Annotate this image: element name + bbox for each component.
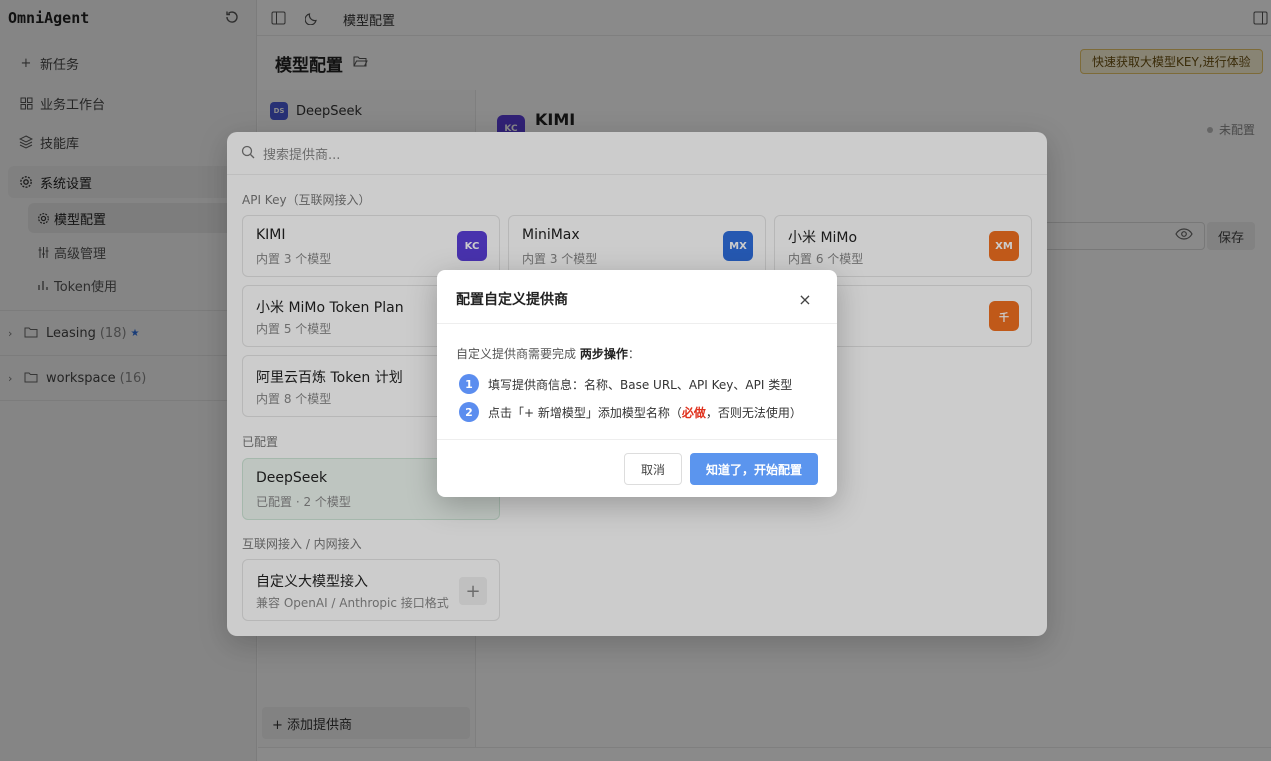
step-text-before: 点击「+ 新增模型」添加模型名称（ <box>488 405 682 420</box>
confirm-button[interactable]: 知道了，开始配置 <box>690 453 818 485</box>
step-2: 2 点击「+ 新增模型」添加模型名称（ 必做 ，否则无法使用） <box>459 402 802 422</box>
divider <box>437 323 837 324</box>
cancel-button[interactable]: 取消 <box>624 453 682 485</box>
custom-provider-dialog: 配置自定义提供商 × 自定义提供商需要完成 两步操作： 1 填写提供商信息：名称… <box>437 270 837 497</box>
step-text-required: 必做 <box>681 405 706 420</box>
intro-prefix: 自定义提供商需要完成 <box>456 347 580 361</box>
intro-bold: 两步操作 <box>579 347 628 361</box>
dialog-intro: 自定义提供商需要完成 两步操作： <box>456 345 640 362</box>
step-text: 填写提供商信息：名称、Base URL、API Key、API 类型 <box>488 377 793 392</box>
step-text-after: ，否则无法使用） <box>705 405 802 420</box>
dialog-title: 配置自定义提供商 <box>456 292 568 308</box>
divider <box>437 439 837 440</box>
step-number: 2 <box>459 402 479 422</box>
step-number: 1 <box>459 374 479 394</box>
step-1: 1 填写提供商信息：名称、Base URL、API Key、API 类型 <box>459 374 792 394</box>
intro-suffix: ： <box>627 347 640 361</box>
close-icon[interactable]: × <box>796 290 814 309</box>
